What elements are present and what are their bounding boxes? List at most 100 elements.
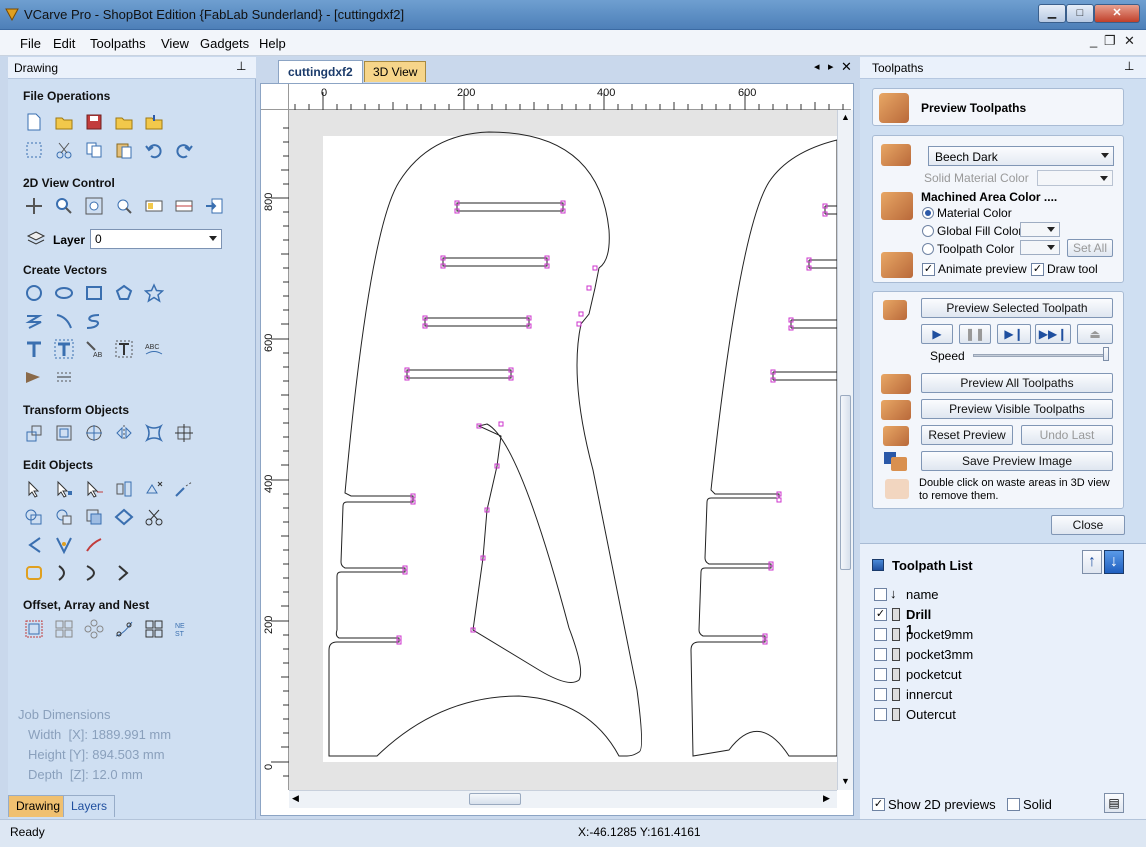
new-file-icon[interactable] [23,111,45,133]
chamfer-icon[interactable] [53,534,75,556]
draw-star-icon[interactable] [143,282,165,304]
open-job-icon[interactable] [113,111,135,133]
mdi-restore-button[interactable]: ❐ [1104,33,1116,49]
zoom-selection-icon[interactable] [113,195,135,217]
speed-slider-thumb[interactable] [1103,347,1109,361]
arc-fit-icon[interactable] [113,562,135,584]
undo-last-button[interactable]: Undo Last [1021,425,1113,445]
vertical-scroll-thumb[interactable] [840,395,851,570]
set-all-button[interactable]: Set All [1067,239,1113,257]
zoom-icon[interactable] [53,195,75,217]
rewind-button[interactable]: ⏏ [1077,324,1113,344]
preview-selected-button[interactable]: Preview Selected Toolpath [921,298,1113,318]
animate-preview-checkbox[interactable]: ✓ [922,263,935,276]
radio-material-color[interactable] [922,207,934,219]
scroll-left-icon[interactable]: ◀ [292,793,299,804]
undo-icon[interactable] [143,139,165,161]
close-tab-icon[interactable]: ✕ [841,59,852,75]
copy-icon[interactable] [83,139,105,161]
select-icon[interactable] [23,478,45,500]
toolpath-checkbox[interactable] [874,648,887,661]
toolpath-checkbox[interactable]: ✓ [874,608,887,621]
menu-toolpaths[interactable]: Toolpaths [90,36,146,51]
selection-settings-icon[interactable] [113,478,135,500]
array-copy-icon[interactable] [53,618,75,640]
tab-cuttingdxf2[interactable]: cuttingdxf2 [278,60,363,83]
toolpath-checkbox[interactable] [874,628,887,641]
offset-tabs-icon[interactable] [23,562,45,584]
distort-icon[interactable] [143,422,165,444]
scroll-right-icon[interactable]: ▶ [823,793,830,804]
play-button[interactable]: ▶ [921,324,953,344]
set-origin-icon[interactable] [173,422,195,444]
show-2d-previews-checkbox[interactable]: ✓ [872,798,885,811]
draw-curve-icon[interactable] [83,310,105,332]
open-folder-icon[interactable] [53,111,75,133]
move-icon[interactable] [23,422,45,444]
save-icon[interactable] [83,111,105,133]
draw-rectangle-icon[interactable] [83,282,105,304]
draw-ellipse-icon[interactable] [53,282,75,304]
view-layout-icon[interactable] [173,195,195,217]
fillet-icon[interactable] [23,534,45,556]
mirror-icon[interactable] [113,422,135,444]
mdi-close-button[interactable]: ✕ [1124,33,1135,49]
draw-tool-checkbox[interactable]: ✓ [1031,263,1044,276]
reset-preview-button[interactable]: Reset Preview [921,425,1013,445]
tab-scroll-left-icon[interactable]: ◂ [814,60,820,73]
move-down-arrow-icon[interactable]: ↓ [1104,550,1124,574]
close-window-button[interactable]: ✕ [1094,4,1140,23]
subtract-icon[interactable] [53,506,75,528]
solid-checkbox[interactable] [1007,798,1020,811]
tab-drawing[interactable]: Drawing [8,795,69,817]
close-vectors-icon[interactable] [143,478,165,500]
zoom-extents-icon[interactable] [83,195,105,217]
text-icon[interactable] [23,338,45,360]
scroll-up-icon[interactable]: ▲ [841,112,850,122]
mdi-minimize-button[interactable]: _ [1090,33,1097,48]
copy-along-vector-icon[interactable] [113,618,135,640]
toggle-3d-icon[interactable] [203,195,225,217]
menu-file[interactable]: File [20,36,41,51]
drawing-canvas[interactable] [289,110,837,790]
pan-icon[interactable] [23,195,45,217]
extend-icon[interactable] [83,534,105,556]
toolpath-checkbox[interactable] [874,688,887,701]
import-icon[interactable] [143,111,165,133]
menu-edit[interactable]: Edit [53,36,75,51]
move-up-arrow-icon[interactable]: ↑ [1082,550,1102,574]
toolpath-checkbox[interactable] [874,708,887,721]
minimize-button[interactable]: ▁ [1038,4,1066,23]
fast-forward-button[interactable]: ▶▶❙ [1035,324,1071,344]
bezier-icon[interactable] [83,562,105,584]
preview-all-button[interactable]: Preview All Toolpaths [921,373,1113,393]
scroll-down-icon[interactable]: ▼ [841,776,850,786]
view-material-icon[interactable] [143,195,165,217]
tab-3d-view[interactable]: 3D View [364,61,427,82]
smart-smooth-icon[interactable] [113,506,135,528]
material-dropdown[interactable]: Beech Dark [928,146,1114,166]
dimensions-icon[interactable] [53,366,75,388]
menu-view[interactable]: View [161,36,189,51]
nest-labels-icon[interactable]: NE ST [173,618,195,640]
maximize-button[interactable]: □ [1066,4,1094,23]
paste-icon[interactable] [113,139,135,161]
summary-icon[interactable]: ▤ [1104,793,1124,813]
layer-dropdown[interactable]: 0 [90,229,222,249]
pause-button[interactable]: ❚❚ [959,324,991,344]
global-color-picker[interactable] [1020,222,1060,237]
horizontal-scroll-thumb[interactable] [469,793,521,805]
circular-array-icon[interactable] [83,618,105,640]
close-button[interactable]: Close [1051,515,1125,535]
join-vectors-icon[interactable] [173,478,195,500]
vertical-scrollbar[interactable]: ▲ ▼ [837,110,853,790]
radio-toolpath-color[interactable] [922,243,934,255]
interactive-trim-icon[interactable] [83,478,105,500]
trace-bitmap-icon[interactable] [23,366,45,388]
auto-layout-text-icon[interactable] [113,338,135,360]
scissors-icon[interactable] [143,506,165,528]
radio-global-fill[interactable] [922,225,934,237]
toolpath-checkbox[interactable] [874,668,887,681]
text-arc-icon[interactable]: ABC [143,338,165,360]
menu-gadgets[interactable]: Gadgets [200,36,249,51]
